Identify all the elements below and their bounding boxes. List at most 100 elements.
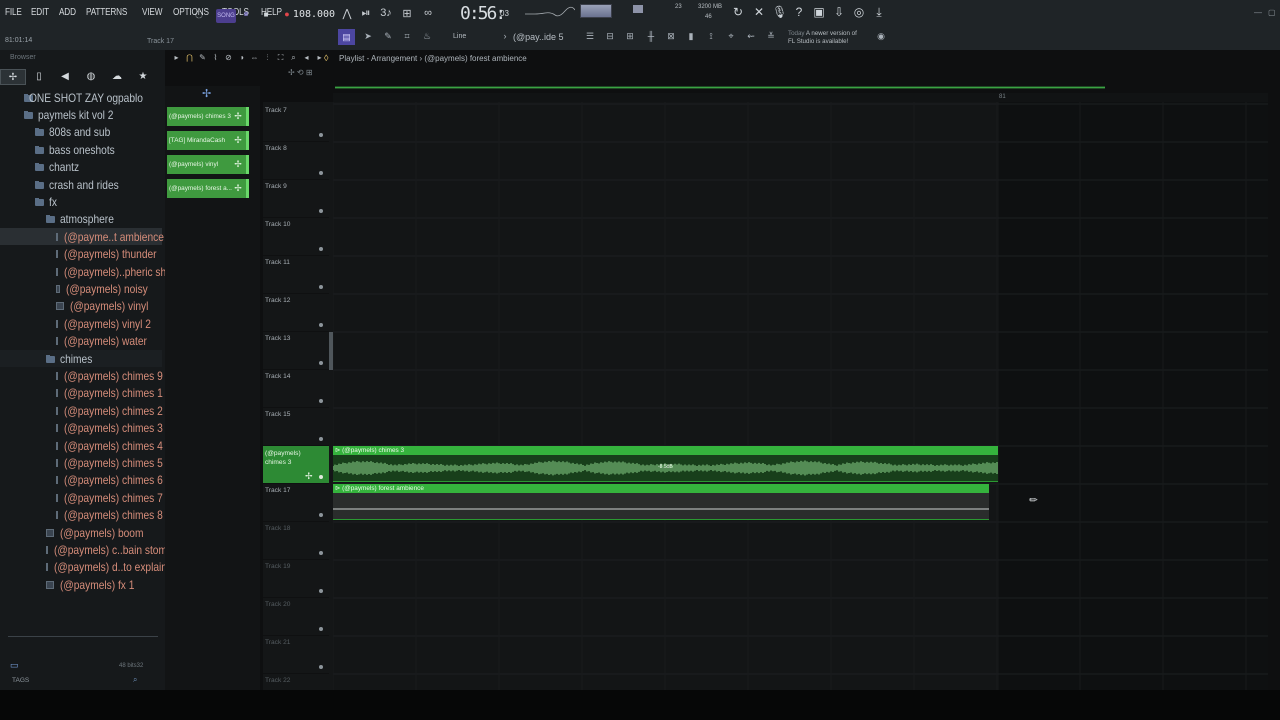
browser-file[interactable]: (@paymels) chimes 5	[0, 454, 163, 471]
blend-notes-icon[interactable]: ∞	[420, 7, 436, 21]
pencil-icon[interactable]: ✎	[196, 53, 209, 65]
select-icon[interactable]: ⛶	[274, 53, 287, 65]
minimize-icon[interactable]: —	[1254, 8, 1262, 17]
browser-file[interactable]: (@paymels) water	[0, 333, 162, 350]
track-mute-led[interactable]	[319, 361, 323, 365]
browser-file[interactable]: (@paymels) d..to explain	[0, 559, 165, 576]
time-ruler[interactable]	[333, 93, 1268, 102]
mute-icon[interactable]: ◑	[235, 53, 248, 65]
track-header[interactable]: Track 18	[263, 522, 329, 560]
browser-star-tab-icon[interactable]: ★	[130, 69, 156, 85]
browser-folder[interactable]: chantz	[0, 159, 162, 176]
playlist-play-icon[interactable]: ➤	[362, 31, 374, 43]
track-mute-led[interactable]	[319, 323, 323, 327]
playlist-title-icon[interactable]: ◊	[324, 53, 328, 63]
clip-drag-icon[interactable]: ✢	[233, 135, 243, 146]
clip-header[interactable]	[333, 484, 989, 493]
stamp-icon[interactable]: ♨	[421, 31, 433, 43]
magnet-icon[interactable]: ⋂	[183, 53, 196, 65]
track-header[interactable]: Track 11	[263, 256, 329, 294]
audio-clip[interactable]: ⊳ (@paymels) forest ambience	[333, 484, 989, 520]
browser-cloud-tab-icon[interactable]: ☁	[104, 69, 130, 85]
clip-drag-icon[interactable]: ✢	[233, 159, 243, 170]
mixer-view-icon[interactable]: ╫	[645, 31, 657, 43]
pattern-song-toggle[interactable]: SONG	[216, 9, 236, 23]
browser-folder[interactable]: fx	[0, 193, 162, 210]
browser-folder[interactable]: bass oneshots	[0, 141, 162, 158]
browser-plugin-tab-icon[interactable]: ◍	[78, 69, 104, 85]
channel-rack-icon[interactable]: ⊞	[624, 31, 636, 43]
help-icon[interactable]: ?	[792, 5, 806, 21]
browser-files-tab-icon[interactable]: ▯	[26, 69, 52, 85]
hint-icon[interactable]: ≚	[765, 31, 777, 43]
browser-file[interactable]: (@paymels) chimes 1	[0, 385, 163, 402]
browser-folder[interactable]: atmosphere	[0, 211, 162, 228]
loop-record-icon[interactable]: ◌	[191, 6, 207, 23]
track-header[interactable]: Track 12	[263, 294, 329, 332]
stop-button[interactable]: ■	[262, 6, 270, 22]
track-mute-led[interactable]	[319, 627, 323, 631]
track-mute-led[interactable]	[319, 209, 323, 213]
track-mute-led[interactable]	[319, 551, 323, 555]
menu-item-file[interactable]: FILE	[5, 7, 22, 21]
clip-header[interactable]	[333, 446, 998, 455]
track-move-icon[interactable]: ✢	[305, 471, 313, 482]
track-mute-led[interactable]	[319, 589, 323, 593]
arrow-icon[interactable]: ▸	[170, 53, 183, 65]
track-header[interactable]: Track 9	[263, 180, 329, 218]
tags-icon[interactable]: ▭	[10, 660, 24, 670]
browser-file[interactable]: (@paymels) boom	[0, 524, 162, 541]
browser-folder[interactable]: chimes	[0, 350, 162, 367]
track-mute-led[interactable]	[319, 437, 323, 441]
picker-clip[interactable]: (@paymels) chimes 3 ✢	[167, 107, 249, 126]
browser-folder[interactable]: paymels kit vol 2	[0, 106, 162, 123]
globe-icon[interactable]: ◉	[875, 31, 887, 43]
browser-file[interactable]: (@paymels) chimes 4	[0, 437, 163, 454]
plugin-icon[interactable]: ⟟	[705, 31, 717, 43]
playlist-icon[interactable]: ☰	[584, 31, 596, 43]
menu-item-patterns[interactable]: PATTERNS	[86, 7, 127, 21]
chat-icon[interactable]: ◎	[852, 5, 866, 21]
tags-label[interactable]: TAGS	[12, 677, 29, 684]
playlist-extra-icons[interactable]: ✢ ⟲ ⊞	[288, 68, 313, 77]
track-header[interactable]: Track 13	[263, 332, 329, 370]
browser-file[interactable]: (@paymels) c..bain stomp	[0, 541, 165, 558]
track-mute-led[interactable]	[319, 513, 323, 517]
browser-file[interactable]: (@paymels)..pheric shi	[0, 263, 165, 280]
browser-folder[interactable]: 808s and sub	[0, 124, 162, 141]
browser-file[interactable]: (@paymels) chimes 3	[0, 420, 163, 437]
mixer-icon[interactable]: ✕	[752, 5, 766, 21]
channel-icon[interactable]: ⊠	[665, 31, 677, 43]
menu-item-view[interactable]: VIEW	[142, 7, 162, 21]
track-header[interactable]: Track 14	[263, 370, 329, 408]
browser-file[interactable]: (@paymels) chimes 8	[0, 507, 163, 524]
browser-scrollbar[interactable]	[8, 636, 158, 637]
track-header[interactable]: Track 15	[263, 408, 329, 446]
clip-drag-icon[interactable]: ✢	[233, 183, 243, 194]
slice-icon[interactable]: ⫶	[261, 53, 274, 65]
save-icon[interactable]: ▣	[812, 5, 826, 21]
browser-file[interactable]: (@paymels) thunder	[0, 246, 162, 263]
microphone-icon[interactable]: 🎙	[772, 5, 787, 21]
arrangement-grid[interactable]: ⊳ (@paymels) chimes 3 -8.5dB ⊳ (@paymels) …	[333, 102, 1268, 690]
piano-roll-icon[interactable]: ⊟	[604, 31, 616, 43]
clip-drag-icon[interactable]: ✢	[233, 111, 243, 122]
track-mute-led[interactable]	[319, 475, 323, 479]
audio-clip[interactable]: ⊳ (@paymels) chimes 3 -8.5dB	[333, 446, 998, 482]
pattern-picker-icon[interactable]: ›	[499, 31, 511, 43]
browser-file[interactable]: (@paymels) noisy	[0, 280, 162, 297]
browser-file[interactable]: (@payme..t ambience	[0, 228, 164, 246]
song-time-display[interactable]: 0:56:	[460, 3, 520, 24]
browser-folder[interactable]: crash and rides	[0, 176, 162, 193]
step-edit-icon[interactable]: ⊞	[399, 7, 415, 21]
picker-clip[interactable]: (@paymels) vinyl ✢	[167, 155, 249, 174]
browser-file[interactable]: (@paymels) vinyl	[0, 298, 162, 315]
browser-file[interactable]: (@paymels) chimes 6	[0, 472, 163, 489]
track-header[interactable]: Track 19	[263, 560, 329, 598]
track-mute-led[interactable]	[319, 171, 323, 175]
record-button[interactable]: ●	[283, 6, 291, 22]
track-mute-led[interactable]	[319, 399, 323, 403]
track-header[interactable]: Track 8	[263, 142, 329, 180]
tools-icon[interactable]: ⌖	[725, 31, 737, 43]
track-mute-led[interactable]	[319, 133, 323, 137]
